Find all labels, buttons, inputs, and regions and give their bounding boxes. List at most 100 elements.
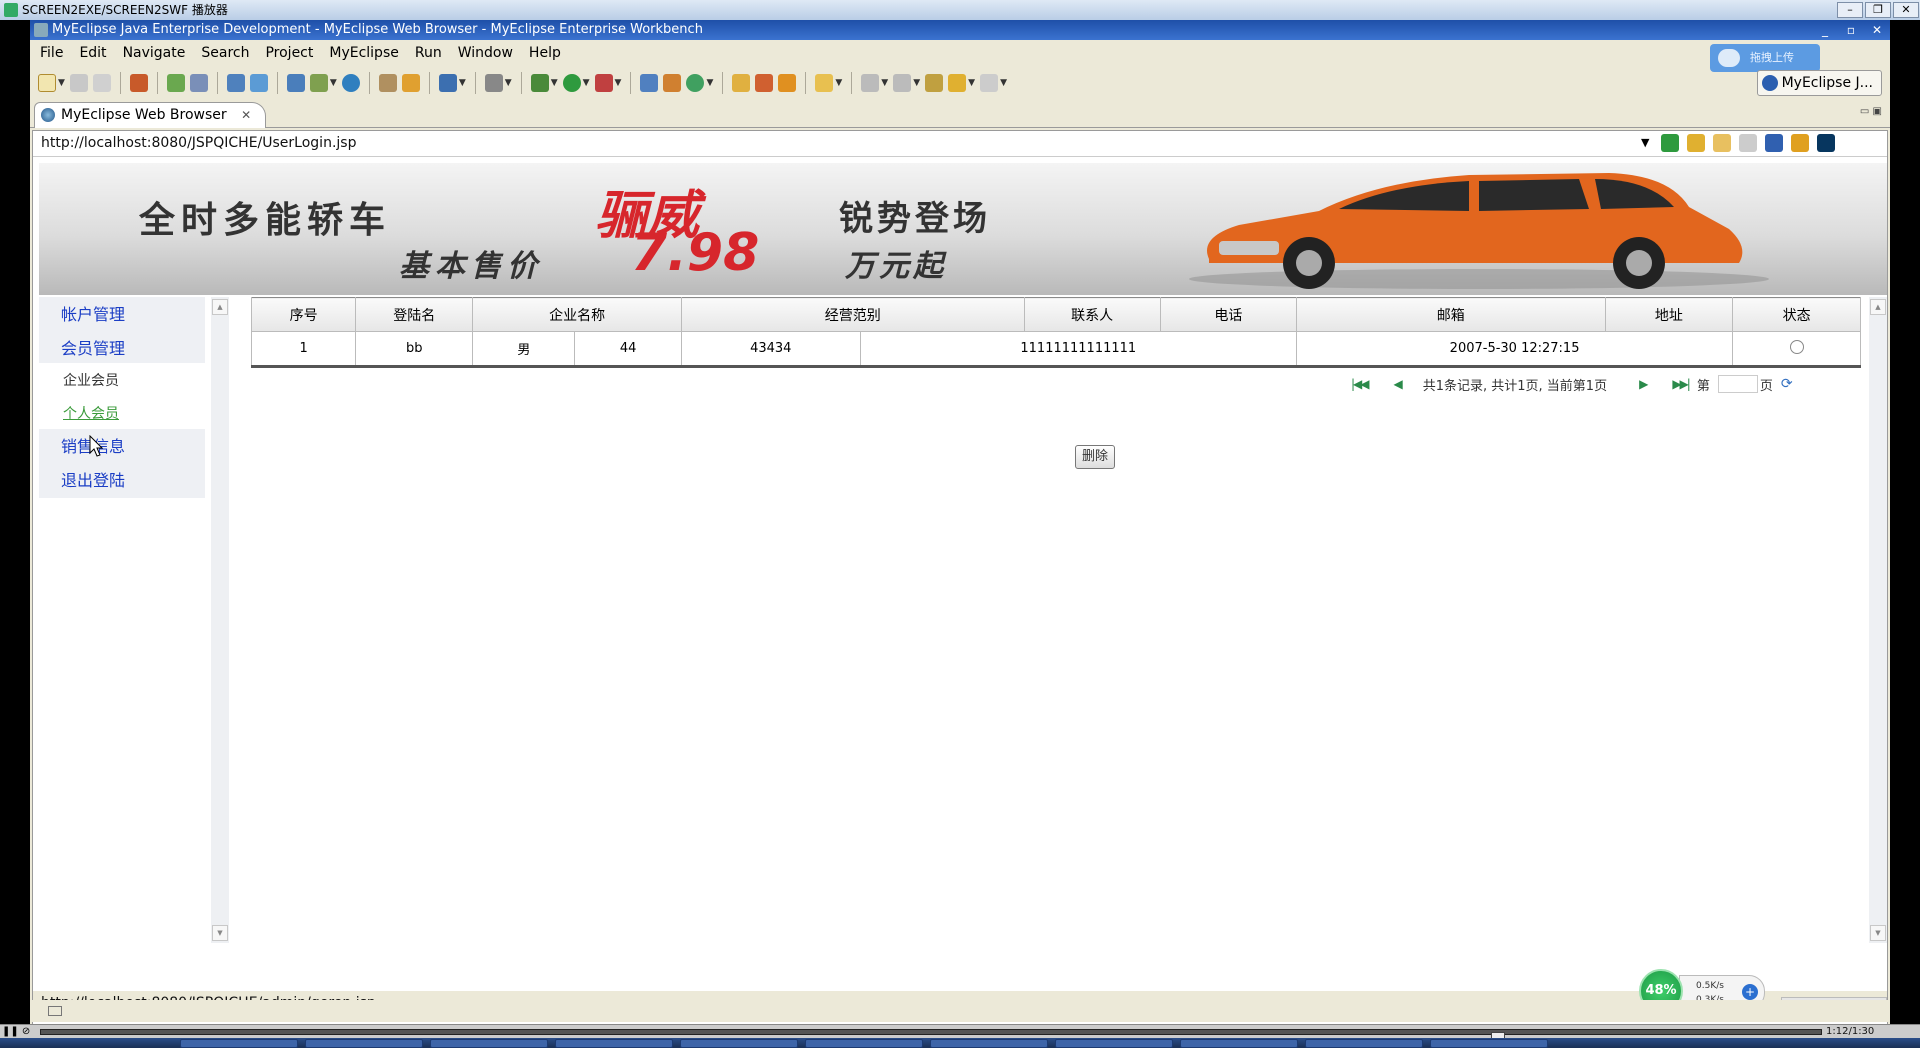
close-tab-icon[interactable]: ✕ (241, 108, 251, 122)
sidebar-item-logout[interactable]: 退出登陆 (39, 463, 205, 499)
dropdown-arrow-icon[interactable]: ▼ (706, 78, 713, 88)
page-scrollbar[interactable]: ▲ ▼ (1869, 297, 1887, 943)
back-icon[interactable] (948, 74, 967, 92)
taskbar-button[interactable] (305, 1039, 423, 1048)
taskbar-button[interactable] (930, 1039, 1048, 1048)
delete-button[interactable]: 删除 (1075, 445, 1115, 469)
menu-edit[interactable]: Edit (71, 45, 114, 61)
row-select-radio[interactable] (1789, 339, 1804, 354)
view-source-icon[interactable] (1817, 134, 1835, 152)
dropdown-arrow-icon[interactable]: ▼ (459, 78, 466, 88)
dropdown-arrow-icon[interactable]: ▼ (330, 78, 337, 88)
taskbar-button[interactable] (805, 1039, 923, 1048)
run-icon[interactable] (562, 74, 581, 92)
minimize-icon[interactable]: – (1837, 2, 1863, 18)
menu-run[interactable]: Run (407, 45, 450, 61)
folder-icon[interactable] (815, 74, 834, 92)
favorites-icon[interactable] (1687, 134, 1705, 152)
sidebar-item-sales[interactable]: 销售信息 (39, 429, 205, 465)
forward-icon[interactable] (980, 74, 999, 92)
last-page-icon[interactable]: ▶▶| (1672, 377, 1690, 391)
wizard-icon[interactable] (226, 74, 245, 92)
print-icon[interactable] (92, 74, 111, 92)
debug-icon[interactable] (530, 74, 549, 92)
menu-navigate[interactable]: Navigate (115, 45, 194, 61)
package-icon[interactable] (129, 74, 148, 92)
dropdown-arrow-icon[interactable]: ▼ (505, 78, 512, 88)
wizard2-icon[interactable] (249, 74, 268, 92)
export-icon[interactable] (309, 74, 328, 92)
url-input[interactable]: http://localhost:8080/JSPQICHE/UserLogin… (41, 135, 356, 151)
menu-search[interactable]: Search (193, 45, 257, 61)
server-icon[interactable] (189, 74, 208, 92)
pause-icon[interactable]: ❚❚ ⊘ (2, 1026, 30, 1037)
refresh-icon[interactable] (401, 74, 420, 92)
open-icon[interactable] (378, 74, 397, 92)
dropdown-arrow-icon[interactable]: ▼ (58, 78, 65, 88)
refresh-icon[interactable] (1791, 134, 1809, 152)
new-type-icon[interactable] (686, 74, 705, 92)
monitor-icon[interactable] (484, 74, 503, 92)
menu-project[interactable]: Project (257, 45, 321, 61)
stop-icon[interactable] (1765, 134, 1783, 152)
last-edit-icon[interactable] (925, 74, 944, 92)
menu-help[interactable]: Help (521, 45, 569, 61)
tab-web-browser[interactable]: MyEclipse Web Browser ✕ (34, 102, 267, 128)
dropdown-arrow-icon[interactable]: ▼ (551, 78, 558, 88)
menu-window[interactable]: Window (450, 45, 521, 61)
go-page-icon[interactable]: ⟳ (1781, 376, 1799, 392)
seek-track[interactable] (40, 1029, 1822, 1042)
next-page-icon[interactable]: ▶ (1639, 377, 1648, 391)
external-tools-icon[interactable] (594, 74, 613, 92)
taskbar-button[interactable] (430, 1039, 548, 1048)
dropdown-arrow-icon[interactable]: ▼ (835, 78, 842, 88)
save-icon[interactable] (69, 74, 88, 92)
new-icon[interactable] (38, 74, 56, 92)
maximize-icon[interactable]: ▫ (1839, 21, 1863, 39)
sidebar-subitem-personal-members[interactable]: 个人会员 (39, 396, 205, 432)
go-icon[interactable] (1661, 134, 1679, 152)
prev-annotation-icon[interactable] (893, 74, 912, 92)
open-task-icon[interactable] (755, 74, 774, 92)
dropdown-arrow-icon[interactable]: ▼ (1000, 78, 1007, 88)
new-package-icon[interactable] (640, 74, 659, 92)
dropdown-arrow-icon[interactable]: ▼ (615, 78, 622, 88)
scroll-up-icon[interactable]: ▲ (212, 299, 228, 315)
taskbar-button[interactable] (180, 1039, 298, 1048)
url-history-dropdown-icon[interactable]: ▼ (1641, 136, 1649, 149)
minimize-icon[interactable]: _ (1813, 21, 1837, 39)
hierarchy-icon[interactable] (286, 74, 305, 92)
plus-icon[interactable]: + (1742, 984, 1758, 1000)
next-annotation-icon[interactable] (861, 74, 880, 92)
close-icon[interactable]: ✕ (1865, 21, 1889, 39)
taskbar-button[interactable] (1430, 1039, 1548, 1048)
sidebar-item-members[interactable]: 会员管理 (39, 331, 205, 367)
sidebar-item-account[interactable]: 帐户管理 (39, 297, 205, 333)
sidebar-subitem-enterprise-members[interactable]: 企业会员 (39, 363, 205, 399)
dropdown-arrow-icon[interactable]: ▼ (913, 78, 920, 88)
prev-page-icon[interactable]: ◀ (1394, 377, 1403, 391)
globe-icon[interactable] (341, 74, 360, 92)
scroll-up-icon[interactable]: ▲ (1870, 299, 1886, 315)
dropdown-arrow-icon[interactable]: ▼ (968, 78, 975, 88)
scroll-down-icon[interactable]: ▼ (1870, 925, 1886, 941)
taskbar-button[interactable] (680, 1039, 798, 1048)
menu-file[interactable]: File (32, 45, 71, 61)
dropdown-arrow-icon[interactable]: ▼ (881, 78, 888, 88)
taskbar-button[interactable] (1180, 1039, 1298, 1048)
sidebar-scrollbar[interactable]: ▲ ▼ (211, 297, 229, 943)
fast-view-icon[interactable] (48, 1006, 62, 1016)
open-type-icon[interactable] (732, 74, 751, 92)
dropdown-arrow-icon[interactable]: ▼ (583, 78, 590, 88)
forward-icon[interactable] (1739, 134, 1757, 152)
close-icon[interactable]: ✕ (1893, 2, 1919, 18)
taskbar-button[interactable] (1055, 1039, 1173, 1048)
deploy-icon[interactable] (166, 74, 185, 92)
taskbar-button[interactable] (555, 1039, 673, 1048)
scroll-down-icon[interactable]: ▼ (212, 925, 228, 941)
taskbar-button[interactable] (1305, 1039, 1423, 1048)
minimize-view-icon[interactable]: ▭ (1860, 106, 1869, 117)
new-class-icon[interactable] (438, 74, 457, 92)
maximize-view-icon[interactable]: ▣ (1873, 106, 1882, 117)
back-icon[interactable] (1713, 134, 1731, 152)
